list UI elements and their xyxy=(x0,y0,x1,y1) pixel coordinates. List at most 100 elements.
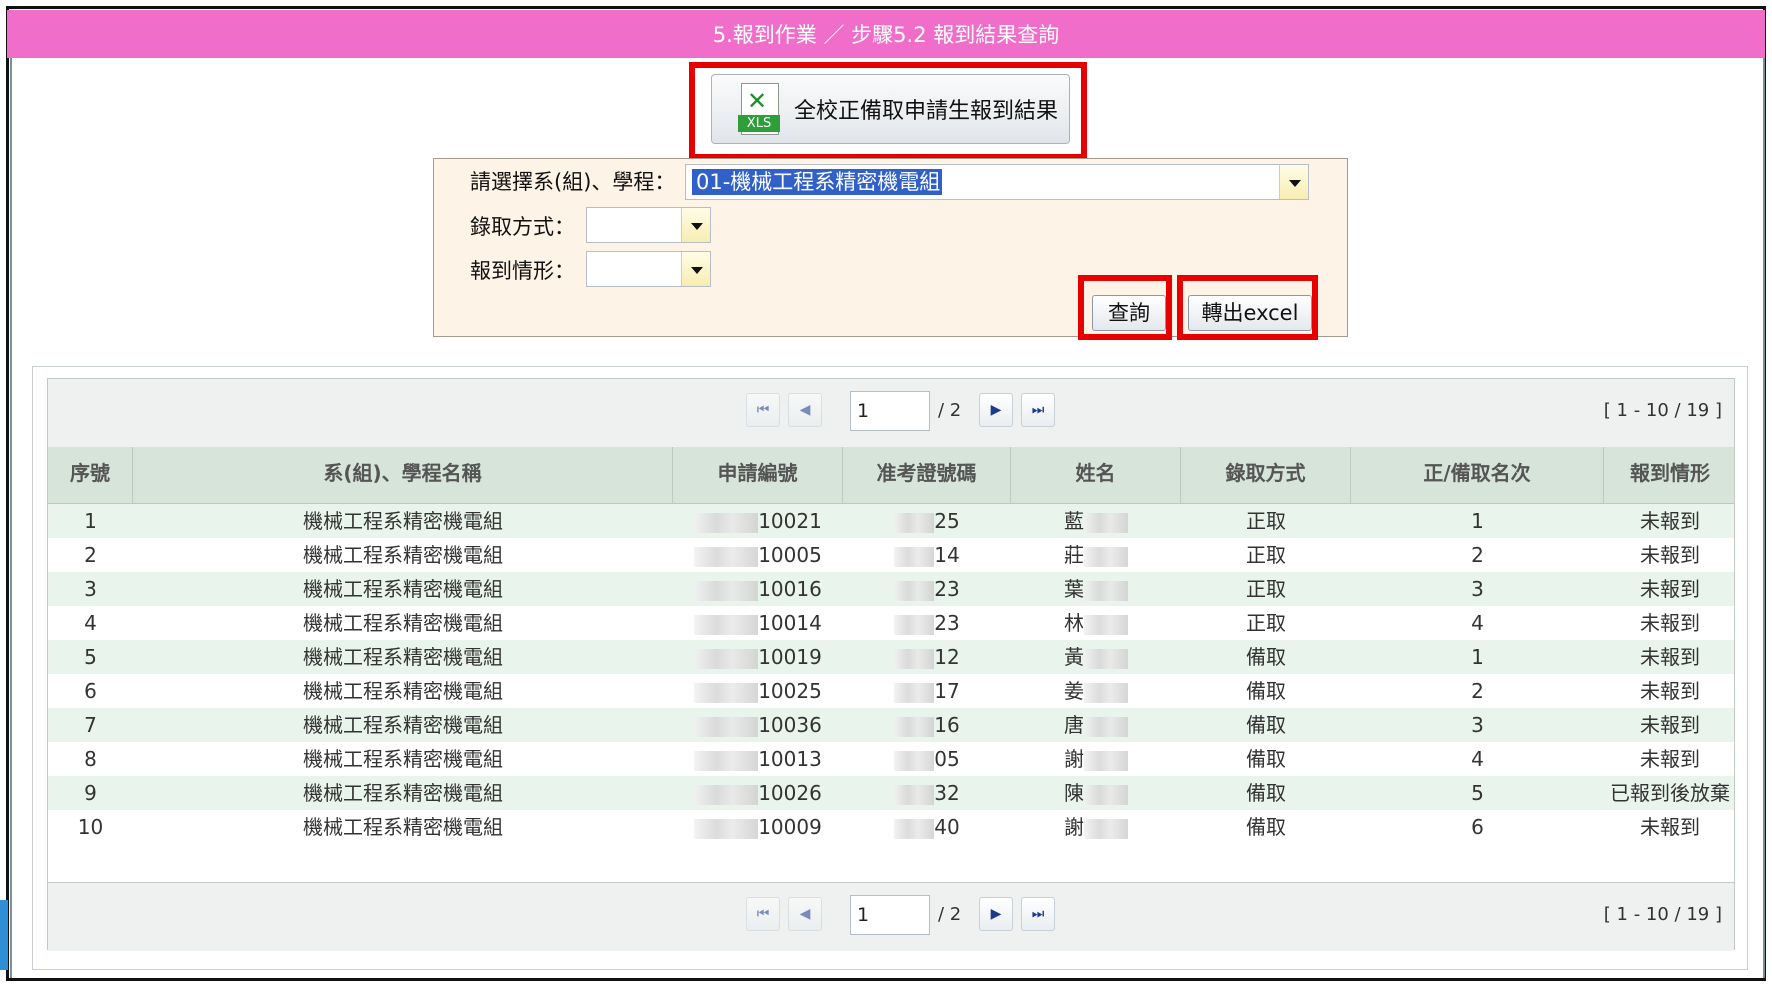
cell-dept: 機械工程系精密機電組 xyxy=(303,543,503,567)
table-row[interactable]: 10 機械工程系精密機電組 10009 40 謝 備取 6 未報到 xyxy=(48,810,1734,844)
admit-type-select[interactable] xyxy=(586,207,711,243)
cell-text: 10016 xyxy=(758,577,822,601)
redacted-mask xyxy=(894,648,935,669)
page-number-input[interactable]: 1 xyxy=(850,895,930,935)
cell-text: 10009 xyxy=(758,815,822,839)
col-header-rank[interactable]: 正/備取名次 xyxy=(1351,447,1604,503)
cell-status: 未報到 xyxy=(1640,645,1700,669)
last-page-button[interactable]: ⏭ xyxy=(1021,897,1055,931)
pager-bottom: ⏮ ◀ 1 / 2 ▶ ⏭ [ 1 - 10 / 19 ] xyxy=(48,882,1734,951)
first-page-icon: ⏮ xyxy=(756,906,770,922)
table-row[interactable]: 7 機械工程系精密機電組 10036 16 唐 備取 3 未報到 xyxy=(48,708,1734,742)
cell-text: 陳 xyxy=(1064,781,1084,805)
redacted-mask xyxy=(894,784,935,805)
last-page-button[interactable]: ⏭ xyxy=(1021,393,1055,427)
cell-status: 未報到 xyxy=(1640,713,1700,737)
cell-text: 黃 xyxy=(1064,645,1084,669)
cell-status: 未報到 xyxy=(1640,543,1700,567)
cell-admit: 備取 xyxy=(1246,747,1286,771)
col-header-no[interactable]: 序號 xyxy=(48,447,133,503)
table-row[interactable]: 8 機械工程系精密機電組 10013 05 謝 備取 4 未報到 xyxy=(48,742,1734,776)
results-grid: ⏮ ◀ 1 / 2 ▶ ⏭ [ 1 - 10 / 19 ] 序號 系(組)、學程… xyxy=(47,378,1735,951)
next-page-button[interactable]: ▶ xyxy=(979,897,1013,931)
cell-exam: 17 xyxy=(843,674,1011,708)
cell-text: 10026 xyxy=(758,781,822,805)
cell-rank: 1 xyxy=(1471,509,1484,533)
chevron-down-icon[interactable] xyxy=(681,252,710,286)
redacted-mask xyxy=(694,682,759,703)
redacted-mask xyxy=(1084,682,1128,703)
table-row[interactable]: 5 機械工程系精密機電組 10019 12 黃 備取 1 未報到 xyxy=(48,640,1734,674)
col-header-exam-no[interactable]: 准考證號碼 xyxy=(843,447,1011,503)
cell-rank: 5 xyxy=(1471,781,1484,805)
cell-status: 未報到 xyxy=(1640,747,1700,771)
cell-name: 黃 xyxy=(1011,640,1181,674)
redacted-mask xyxy=(894,682,935,703)
redacted-mask xyxy=(1084,512,1128,533)
cell-app: 10019 xyxy=(673,640,843,674)
cell-text: 藍 xyxy=(1064,509,1084,533)
prev-page-button[interactable]: ◀ xyxy=(788,393,822,427)
cell-name: 唐 xyxy=(1011,708,1181,742)
prev-page-icon: ◀ xyxy=(799,402,811,418)
cell-text: 10021 xyxy=(758,509,822,533)
cell-no: 8 xyxy=(84,747,97,771)
redacted-mask xyxy=(1084,580,1128,601)
first-page-button[interactable]: ⏮ xyxy=(746,897,780,931)
cell-dept: 機械工程系精密機電組 xyxy=(303,781,503,805)
table-row[interactable]: 3 機械工程系精密機電組 10016 23 葉 正取 3 未報到 xyxy=(48,572,1734,606)
page-total: / 2 xyxy=(938,400,962,421)
table-row[interactable]: 6 機械工程系精密機電組 10025 17 姜 備取 2 未報到 xyxy=(48,674,1734,708)
chevron-down-icon[interactable] xyxy=(1279,165,1308,199)
dept-select[interactable]: 01-機械工程系精密機電組 xyxy=(685,164,1309,200)
cell-text: 23 xyxy=(934,577,960,601)
redacted-mask xyxy=(694,512,759,533)
cell-dept: 機械工程系精密機電組 xyxy=(303,747,503,771)
cell-no: 4 xyxy=(84,611,97,635)
cell-text: 10036 xyxy=(758,713,822,737)
first-page-button[interactable]: ⏮ xyxy=(746,393,780,427)
cell-status: 未報到 xyxy=(1640,679,1700,703)
table-row[interactable]: 9 機械工程系精密機電組 10026 32 陳 備取 5 已報到後放棄 xyxy=(48,776,1734,810)
prev-page-button[interactable]: ◀ xyxy=(788,897,822,931)
redacted-mask xyxy=(894,716,935,737)
record-range-info: [ 1 - 10 / 19 ] xyxy=(1603,400,1722,421)
cell-text: 10005 xyxy=(758,543,822,567)
cell-text: 14 xyxy=(934,543,960,567)
cell-text: 25 xyxy=(934,509,960,533)
table-row[interactable]: 1 機械工程系精密機電組 10021 25 藍 正取 1 未報到 xyxy=(48,504,1734,538)
next-page-icon: ▶ xyxy=(990,402,1002,418)
page-number-input[interactable]: 1 xyxy=(850,391,930,431)
col-header-dept[interactable]: 系(組)、學程名稱 xyxy=(133,447,673,503)
cell-text: 10019 xyxy=(758,645,822,669)
highlight-box-export-all xyxy=(689,62,1087,160)
cell-admit: 備取 xyxy=(1246,645,1286,669)
first-page-icon: ⏮ xyxy=(756,402,770,418)
cell-text: 10013 xyxy=(758,747,822,771)
table-row[interactable]: 2 機械工程系精密機電組 10005 14 莊 正取 2 未報到 xyxy=(48,538,1734,572)
table-header: 序號 系(組)、學程名稱 申請編號 准考證號碼 姓名 錄取方式 正/備取名次 報… xyxy=(48,447,1734,504)
cell-text: 40 xyxy=(934,815,960,839)
prev-page-icon: ◀ xyxy=(799,906,811,922)
next-page-button[interactable]: ▶ xyxy=(979,393,1013,427)
col-header-status[interactable]: 報到情形 xyxy=(1604,447,1736,503)
cell-admit: 正取 xyxy=(1246,577,1286,601)
cell-dept: 機械工程系精密機電組 xyxy=(303,679,503,703)
col-header-name[interactable]: 姓名 xyxy=(1011,447,1181,503)
report-status-select[interactable] xyxy=(586,251,711,287)
cell-name: 謝 xyxy=(1011,742,1181,776)
cell-name: 藍 xyxy=(1011,504,1181,538)
chevron-down-icon[interactable] xyxy=(681,208,710,242)
cell-admit: 正取 xyxy=(1246,543,1286,567)
cell-text: 10025 xyxy=(758,679,822,703)
cell-name: 林 xyxy=(1011,606,1181,640)
cell-dept: 機械工程系精密機電組 xyxy=(303,645,503,669)
cell-rank: 6 xyxy=(1471,815,1484,839)
redacted-mask xyxy=(894,580,935,601)
col-header-app-no[interactable]: 申請編號 xyxy=(673,447,843,503)
col-header-admit[interactable]: 錄取方式 xyxy=(1181,447,1351,503)
redacted-mask xyxy=(694,580,759,601)
cell-dept: 機械工程系精密機電組 xyxy=(303,611,503,635)
cell-status: 未報到 xyxy=(1640,577,1700,601)
table-row[interactable]: 4 機械工程系精密機電組 10014 23 林 正取 4 未報到 xyxy=(48,606,1734,640)
